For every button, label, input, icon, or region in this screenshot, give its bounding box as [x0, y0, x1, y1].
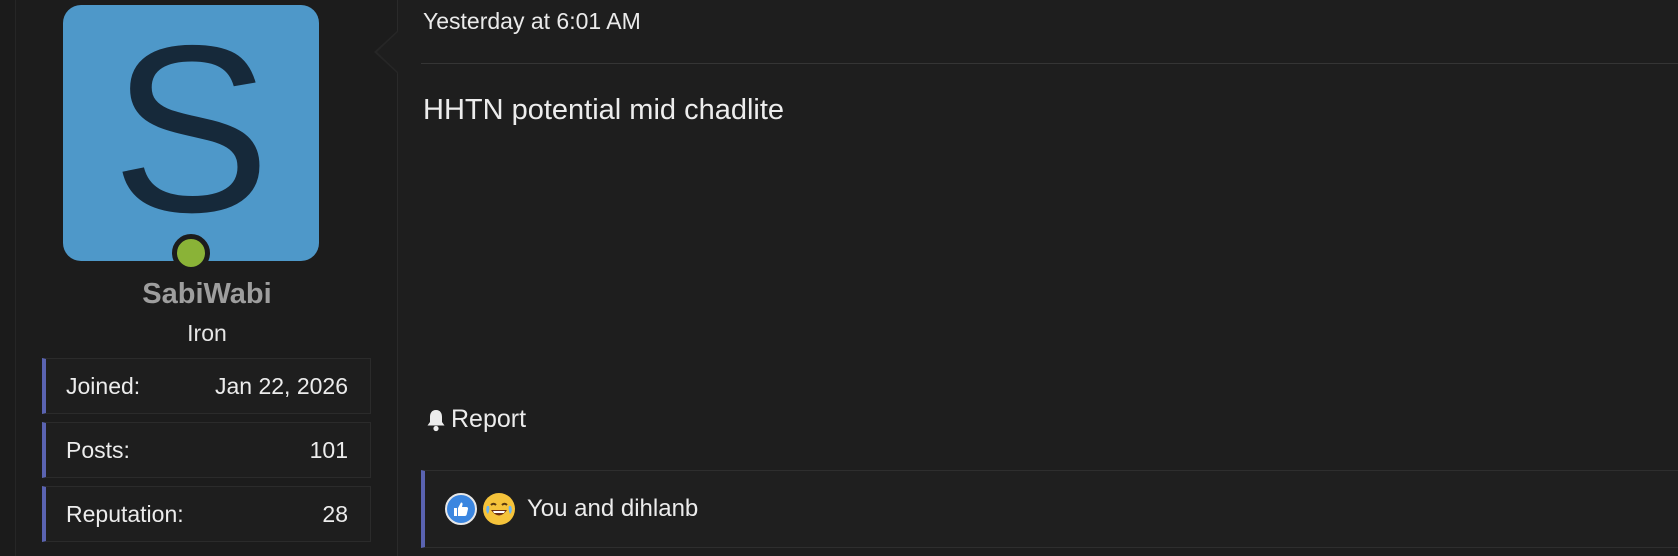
stat-joined: Joined: Jan 22, 2026 [42, 358, 371, 414]
message-main: Yesterday at 6:01 AM HHTN potential mid … [399, 0, 1678, 556]
message-pointer-arrow-inner [377, 31, 399, 73]
username-link[interactable]: SabiWabi [16, 278, 398, 311]
post-container: S SabiWabi Iron Joined: Jan 22, 2026 Pos… [0, 0, 1678, 556]
stat-posts-value[interactable]: 101 [310, 437, 348, 464]
message-body: HHTN potential mid chadlite [423, 94, 785, 126]
post-date-link[interactable]: Yesterday at 6:01 AM [423, 8, 641, 35]
stat-joined-label: Joined: [66, 372, 141, 399]
header-divider [421, 63, 1678, 64]
report-label: Report [451, 405, 527, 433]
user-avatar[interactable]: S [63, 5, 319, 261]
stat-reputation-label: Reputation: [66, 500, 184, 527]
stat-reputation-value: 28 [322, 500, 348, 527]
like-icon [445, 493, 477, 525]
page-left-edge [0, 0, 16, 556]
bell-icon [427, 409, 445, 431]
stat-posts: Posts: 101 [42, 422, 371, 478]
online-status-indicator [172, 234, 210, 272]
avatar-letter: S [111, 5, 271, 261]
report-button[interactable]: Report [425, 405, 526, 434]
stat-joined-value: Jan 22, 2026 [214, 372, 348, 399]
laugh-icon [483, 493, 515, 525]
reactions-bar[interactable]: You and dihlanb [421, 470, 1678, 548]
user-title: Iron [187, 320, 227, 346]
stat-posts-label: Posts: [66, 436, 130, 463]
reaction-users-link[interactable]: You and dihlanb [527, 495, 698, 523]
stat-reputation: Reputation: 28 [42, 486, 371, 542]
